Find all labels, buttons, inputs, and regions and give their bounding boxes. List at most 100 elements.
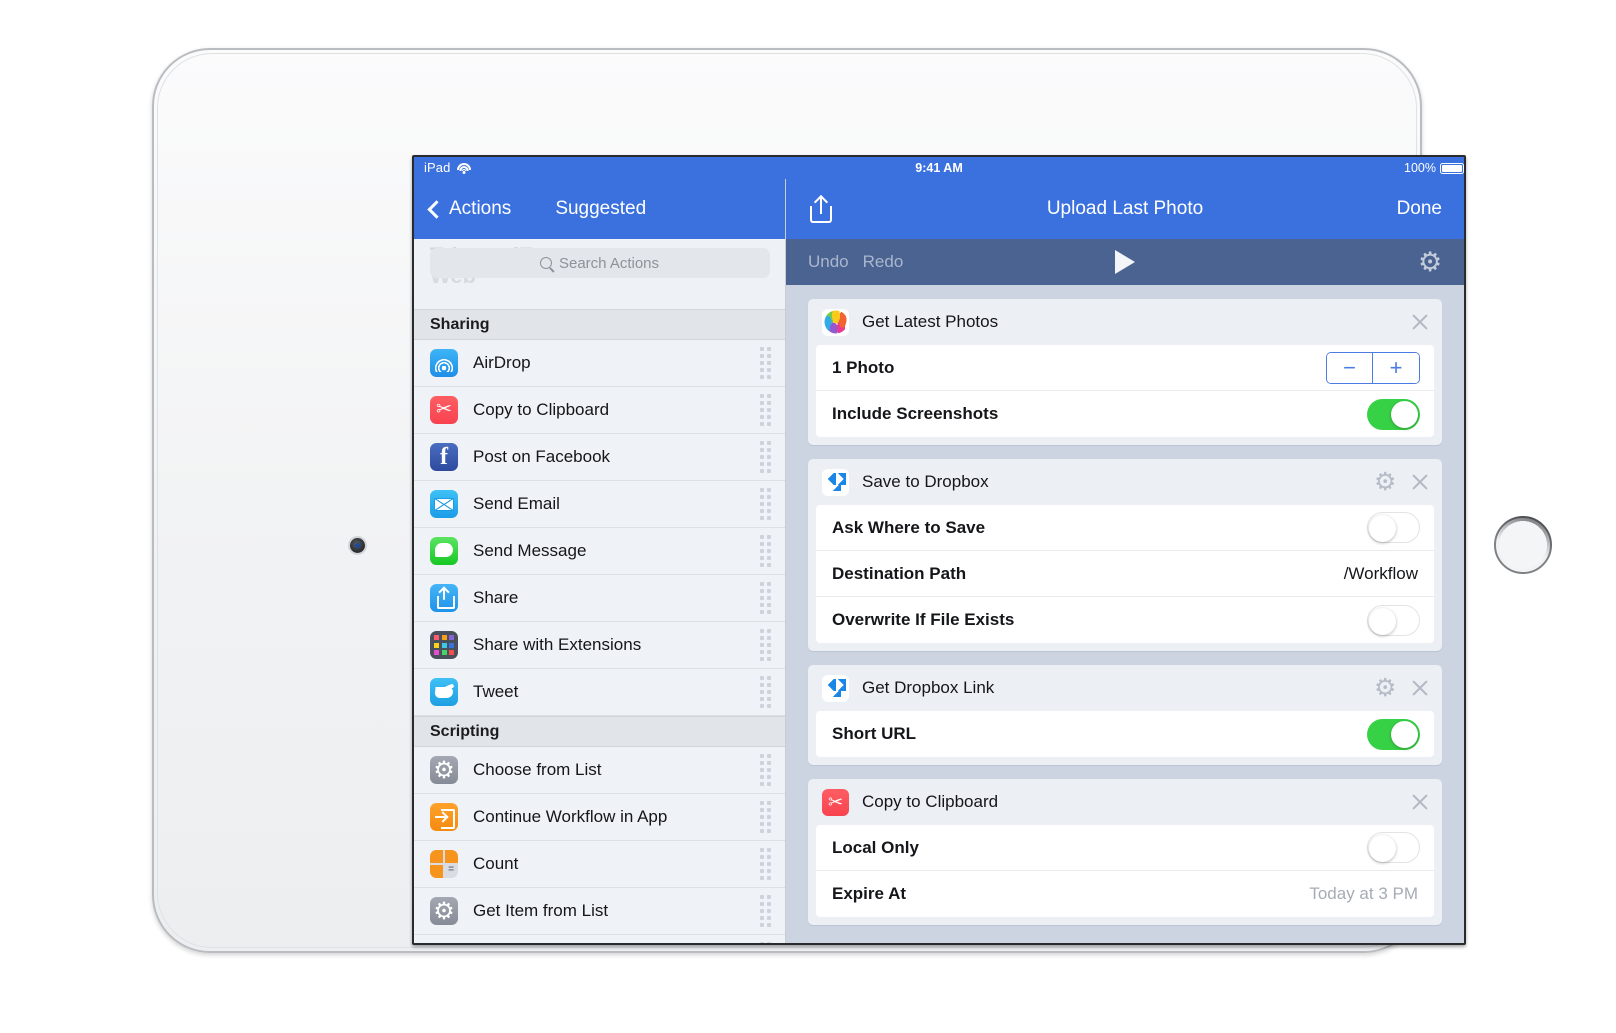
close-icon[interactable] (1410, 792, 1430, 812)
back-button-label: Actions (449, 198, 512, 219)
card-header-actions (1410, 779, 1430, 825)
list-item-label: Choose from List (473, 760, 602, 779)
list-item-share-with-extensions[interactable]: Share with Extensions (414, 622, 785, 669)
back-to-actions-button[interactable]: Actions (427, 198, 512, 220)
drag-handle-icon[interactable] (760, 942, 771, 943)
quantity-stepper[interactable]: − + (1326, 351, 1420, 384)
parameter-label: Short URL (832, 724, 917, 743)
drag-handle-icon[interactable] (760, 895, 771, 927)
workflow-editor: Upload Last Photo Done Undo Redo ⚙ Get L… (786, 179, 1464, 943)
status-bar-right: 100% (1404, 157, 1464, 179)
photos-icon (822, 308, 849, 336)
drag-handle-icon[interactable] (760, 801, 771, 833)
list-item-post-on-facebook[interactable]: Post on Facebook (414, 434, 785, 481)
editor-nav-bar: Upload Last Photo Done (786, 179, 1464, 239)
card-header-actions (1374, 665, 1430, 711)
drag-handle-icon[interactable] (760, 754, 771, 786)
workflow-title: Upload Last Photo (1046, 198, 1204, 219)
list-item-send-message[interactable]: Send Message (414, 528, 785, 575)
workflow-canvas[interactable]: Get Latest Photos 1 Photo − + Include Sc… (786, 285, 1464, 943)
home-button[interactable] (1494, 516, 1552, 574)
parameter-row-short-url[interactable]: Short URL (816, 711, 1434, 757)
parameter-row-include-screenshots[interactable]: Include Screenshots (816, 391, 1434, 437)
share-icon[interactable] (810, 196, 832, 223)
card-title: Copy to Clipboard (862, 792, 999, 811)
list-item-choose-from-list[interactable]: Choose from List (414, 747, 785, 794)
stepper-decrement-button[interactable]: − (1327, 352, 1373, 383)
share-icon (430, 584, 458, 612)
destination-path-value[interactable]: /Workflow (1344, 564, 1418, 584)
list-item-share[interactable]: Share (414, 575, 785, 622)
drag-handle-icon[interactable] (760, 535, 771, 567)
card-header-actions (1374, 459, 1430, 505)
action-card-get-dropbox-link[interactable]: Get Dropbox Link Short URL (808, 665, 1442, 765)
close-icon[interactable] (1410, 678, 1430, 698)
split-view: Actions Suggested Trigger iTunes Web Sea… (414, 179, 1464, 943)
continue-arrow-icon (430, 803, 458, 831)
parameter-row-local-only[interactable]: Local Only (816, 825, 1434, 871)
drag-handle-icon[interactable] (760, 629, 771, 661)
parameter-row-expire-at[interactable]: Expire At Today at 3 PM (816, 871, 1434, 917)
gear-icon[interactable] (1418, 250, 1442, 274)
list-item-get-item-from-list[interactable]: Get Item from List (414, 888, 785, 935)
gear-icon[interactable] (1374, 471, 1396, 493)
front-camera-icon (350, 538, 365, 553)
drag-handle-icon[interactable] (760, 394, 771, 426)
list-item-label: Copy to Clipboard (473, 400, 610, 419)
drag-handle-icon[interactable] (760, 582, 771, 614)
list-item-send-email[interactable]: Send Email (414, 481, 785, 528)
list-item-label: Continue Workflow in App (473, 807, 668, 826)
action-card-copy-to-clipboard[interactable]: Copy to Clipboard Local Only (808, 779, 1442, 925)
close-icon[interactable] (1410, 312, 1430, 332)
stepper-increment-button[interactable]: + (1373, 352, 1419, 383)
list-item-label: Share with Extensions (473, 635, 642, 654)
parameter-row-destination-path[interactable]: Destination Path /Workflow (816, 551, 1434, 597)
parameter-row-overwrite-if-file-exists[interactable]: Overwrite If File Exists (816, 597, 1434, 643)
overwrite-if-file-exists-toggle[interactable] (1367, 604, 1420, 636)
play-icon[interactable] (1115, 250, 1135, 274)
search-input[interactable]: Search Actions (429, 248, 770, 278)
battery-icon (1440, 162, 1464, 174)
card-header: Get Latest Photos (808, 299, 1442, 345)
gear-icon[interactable] (1374, 677, 1396, 699)
short-url-toggle[interactable] (1367, 718, 1420, 750)
list-item-copy-to-clipboard[interactable]: Copy to Clipboard (414, 387, 785, 434)
drag-handle-icon[interactable] (760, 441, 771, 473)
section-header-scripting: Scripting (414, 716, 785, 747)
ask-where-to-save-toggle[interactable] (1367, 512, 1420, 543)
redo-button[interactable]: Redo (863, 252, 904, 272)
include-screenshots-toggle[interactable] (1367, 398, 1420, 430)
parameter-row-ask-where-to-save[interactable]: Ask Where to Save (816, 505, 1434, 551)
sidebar-title: Suggested (555, 198, 647, 219)
action-card-save-to-dropbox[interactable]: Save to Dropbox Ask Where to Save (808, 459, 1442, 651)
scissors-icon (822, 788, 849, 816)
drag-handle-icon[interactable] (760, 488, 771, 520)
list-item-label: Tweet (473, 682, 519, 701)
list-item-count[interactable]: + − × = Count (414, 841, 785, 888)
undo-button[interactable]: Undo (808, 252, 849, 272)
list-item-label: AirDrop (473, 353, 531, 372)
parameter-label: Local Only (832, 837, 919, 857)
parameter-label: Destination Path (832, 563, 967, 583)
actions-list[interactable]: Sharing AirDrop Copy to Clipboard (414, 309, 785, 943)
drag-handle-icon[interactable] (760, 676, 771, 708)
gear-icon (430, 897, 458, 925)
close-icon[interactable] (1410, 472, 1430, 492)
list-item-airdrop[interactable]: AirDrop (414, 340, 785, 387)
parameter-row-photo-count[interactable]: 1 Photo − + (816, 345, 1434, 391)
drag-handle-icon[interactable] (760, 848, 771, 880)
done-button[interactable]: Done (1397, 198, 1442, 220)
list-item-continue-workflow-in-app[interactable]: Continue Workflow in App (414, 794, 785, 841)
drag-handle-icon[interactable] (760, 347, 771, 379)
local-only-toggle[interactable] (1367, 832, 1420, 863)
screenshot-root: iPad 9:41 AM 100% Actions Suggested Sear… (0, 0, 1616, 1033)
chevron-left-icon (427, 199, 446, 219)
action-card-get-latest-photos[interactable]: Get Latest Photos 1 Photo − + Include Sc… (808, 299, 1442, 445)
twitter-icon (430, 678, 458, 706)
list-item-tweet[interactable]: Tweet (414, 669, 785, 716)
dropbox-icon (822, 674, 849, 702)
expire-at-value[interactable]: Today at 3 PM (1309, 884, 1418, 904)
list-item-get-name[interactable]: Get Name (414, 935, 785, 943)
list-item-label: Send Message (473, 541, 587, 560)
list-item-label: Share (473, 588, 519, 607)
